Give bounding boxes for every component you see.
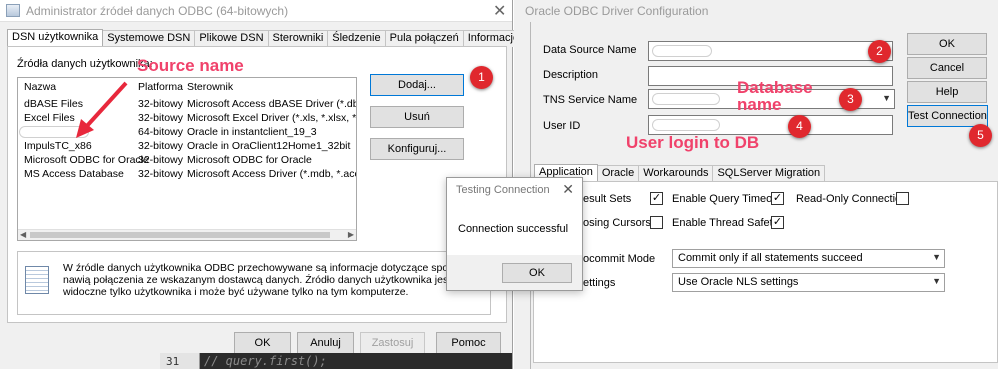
- annotation-database-line2: name: [737, 95, 782, 114]
- annotation-arrow-line: [84, 81, 128, 129]
- annotation-badge-1: 1: [470, 66, 493, 89]
- annotation-source-name: Source name: [137, 56, 244, 75]
- annotation-badge-5: 5: [969, 124, 992, 147]
- annotation-user-login: User login to DB: [626, 133, 760, 152]
- annotation-badge-3: 3: [839, 88, 862, 111]
- annotation-badge-4: 4: [788, 115, 811, 138]
- annotation-badge-2: 2: [868, 40, 891, 63]
